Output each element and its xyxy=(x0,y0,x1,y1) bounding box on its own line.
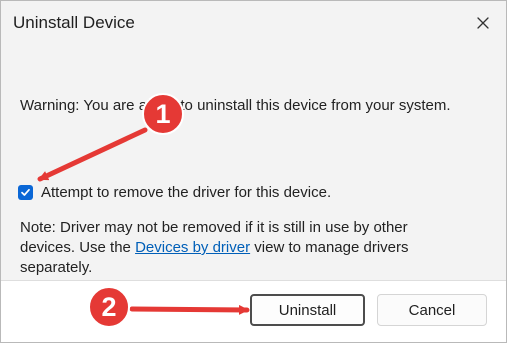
devices-by-driver-link[interactable]: Devices by driver xyxy=(135,239,250,256)
uninstall-button[interactable]: Uninstall xyxy=(250,294,365,326)
cancel-button[interactable]: Cancel xyxy=(377,294,487,326)
note-line-1: Note: Driver may not be removed if it is… xyxy=(20,219,408,236)
close-button[interactable] xyxy=(460,1,506,45)
note-line-2-after-link: view to manage drivers xyxy=(250,239,409,256)
remove-driver-checkbox[interactable] xyxy=(18,184,33,200)
dialog-title: Uninstall Device xyxy=(13,13,135,32)
driver-note: Note: Driver may not be removed if it is… xyxy=(20,218,490,278)
title-bar: Uninstall Device xyxy=(1,1,506,45)
remove-driver-checkbox-label: Attempt to remove the driver for this de… xyxy=(41,183,332,201)
note-line-2: devices. Use the Devices by driver view … xyxy=(20,238,490,258)
note-line-3: separately. xyxy=(20,259,93,276)
note-line-2-before-link: devices. Use the xyxy=(20,239,136,256)
remove-driver-checkbox-row[interactable]: Attempt to remove the driver for this de… xyxy=(18,182,488,202)
checkmark-icon xyxy=(21,188,30,196)
close-icon xyxy=(477,17,489,29)
uninstall-device-dialog: Uninstall Device Warning: You are about … xyxy=(0,0,507,343)
warning-text: Warning: You are about to uninstall this… xyxy=(20,97,451,114)
